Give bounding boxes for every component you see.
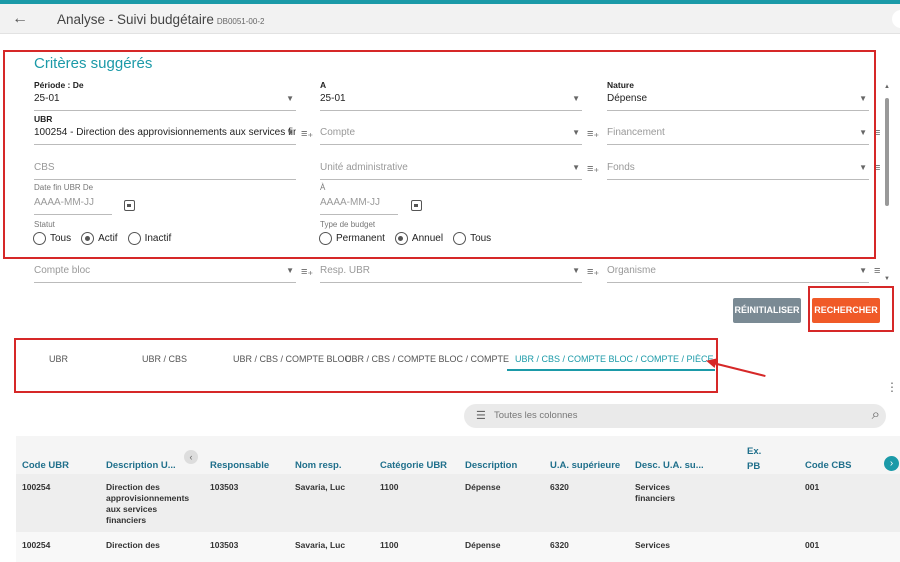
- col-description-ubr[interactable]: Description U...: [106, 460, 176, 471]
- scrollbar-thumb[interactable]: [885, 98, 889, 206]
- cell-code-cbs: 001: [805, 540, 820, 550]
- cell-responsable: 103503: [210, 540, 239, 550]
- chevron-down-icon: ▼: [286, 266, 294, 275]
- organisme-select[interactable]: Organisme ▼: [607, 261, 869, 283]
- col-categorie-ubr[interactable]: Catégorie UBR: [380, 460, 447, 471]
- cell-code-ubr: 100254: [22, 540, 51, 550]
- search-placeholder: Toutes les colonnes: [494, 410, 578, 421]
- filter-add-icon[interactable]: ≡₊: [587, 265, 599, 278]
- col-description[interactable]: Description: [465, 460, 517, 471]
- cell-description-ubr: Direction des: [106, 540, 160, 550]
- cell-code-cbs: 001: [805, 482, 820, 492]
- tab-ubr-cbs-compte-bloc[interactable]: UBR / CBS / COMPTE BLOC: [233, 354, 351, 364]
- table-row[interactable]: 100254 Direction des 103503 Savaria, Luc…: [16, 532, 900, 562]
- page-header: ← Analyse - Suivi budgétaire DB0051-00-2: [0, 4, 900, 34]
- cell-desc-ua-sup: Services: [635, 540, 670, 550]
- tab-ubr[interactable]: UBR: [49, 354, 68, 364]
- page-title: Analyse - Suivi budgétaire DB0051-00-2: [57, 12, 264, 27]
- search-icon[interactable]: ⌕: [872, 406, 880, 423]
- header-round-button[interactable]: [892, 10, 900, 28]
- tab-ubr-cbs-compte-bloc-compte-piece[interactable]: UBR / CBS / COMPTE BLOC / COMPTE / PIÈCE: [515, 354, 714, 364]
- compte-bloc-select[interactable]: Compte bloc ▼: [34, 261, 296, 283]
- col-code-cbs[interactable]: Code CBS: [805, 460, 851, 471]
- annotation-arrow-line: [712, 362, 766, 378]
- table-header: Code UBR Description U... ‹ Responsable …: [16, 436, 900, 474]
- cell-nom-resp: Savaria, Luc: [295, 540, 346, 550]
- reset-button[interactable]: RÉINITIALISER: [733, 298, 801, 323]
- active-tab-indicator: [507, 369, 715, 371]
- col-ex-pb[interactable]: Ex. PB: [747, 444, 777, 474]
- col-desc-ua-sup[interactable]: Desc. U.A. su...: [635, 460, 704, 471]
- cell-nom-resp: Savaria, Luc: [295, 482, 346, 492]
- compte-bloc-placeholder: Compte bloc: [34, 265, 91, 276]
- grouping-tabs: UBR UBR / CBS UBR / CBS / COMPTE BLOC UB…: [18, 340, 718, 370]
- col-ua-superieure[interactable]: U.A. supérieure: [550, 460, 620, 471]
- col-nom-resp[interactable]: Nom resp.: [295, 460, 341, 471]
- cell-desc-ua-sup: Services financiers: [635, 482, 676, 503]
- column-search-bar[interactable]: ☰ Toutes les colonnes ⌕: [464, 404, 886, 428]
- cell-description: Dépense: [465, 482, 501, 492]
- organisme-placeholder: Organisme: [607, 265, 656, 276]
- col-responsable[interactable]: Responsable: [210, 460, 269, 471]
- criteria-scrollbar[interactable]: ▲ ▼: [884, 84, 890, 284]
- chevron-right-icon[interactable]: ›: [884, 456, 899, 471]
- cell-ua-sup: 6320: [550, 482, 569, 492]
- chevron-down-icon: ▼: [572, 266, 580, 275]
- chevron-down-icon: ▼: [859, 266, 867, 275]
- tab-ubr-cbs-compte-bloc-compte[interactable]: UBR / CBS / COMPTE BLOC / COMPTE: [345, 354, 509, 364]
- search-button[interactable]: RECHERCHER: [812, 298, 880, 323]
- scroll-up-icon[interactable]: ▲: [884, 84, 890, 90]
- col-code-ubr[interactable]: Code UBR: [22, 460, 69, 471]
- cell-description-ubr: Direction des approvisionnements aux ser…: [106, 482, 190, 525]
- cell-code-ubr: 100254: [22, 482, 51, 492]
- cell-ua-sup: 6320: [550, 540, 569, 550]
- filter-add-icon[interactable]: ≡₊: [301, 265, 313, 278]
- chevron-left-icon[interactable]: ‹: [184, 450, 198, 464]
- cell-responsable: 103503: [210, 482, 239, 492]
- cell-categorie: 1100: [380, 540, 399, 550]
- cell-categorie: 1100: [380, 482, 399, 492]
- table-row[interactable]: 100254 Direction des approvisionnements …: [16, 474, 900, 532]
- filter-add-icon[interactable]: ≡: [874, 265, 880, 277]
- tab-ubr-cbs[interactable]: UBR / CBS: [142, 354, 187, 364]
- annotation-box-criteria: [3, 50, 876, 259]
- resp-placeholder: Resp. UBR: [320, 265, 371, 276]
- scroll-down-icon[interactable]: ▼: [884, 276, 890, 282]
- resp-ubr-select[interactable]: Resp. UBR ▼: [320, 261, 582, 283]
- back-arrow-icon[interactable]: ←: [12, 10, 28, 28]
- more-vert-icon[interactable]: ⋮: [886, 380, 898, 394]
- page-code: DB0051-00-2: [216, 17, 265, 26]
- cell-description: Dépense: [465, 540, 501, 550]
- page-title-text: Analyse - Suivi budgétaire: [57, 12, 214, 27]
- list-icon: ☰: [476, 410, 486, 422]
